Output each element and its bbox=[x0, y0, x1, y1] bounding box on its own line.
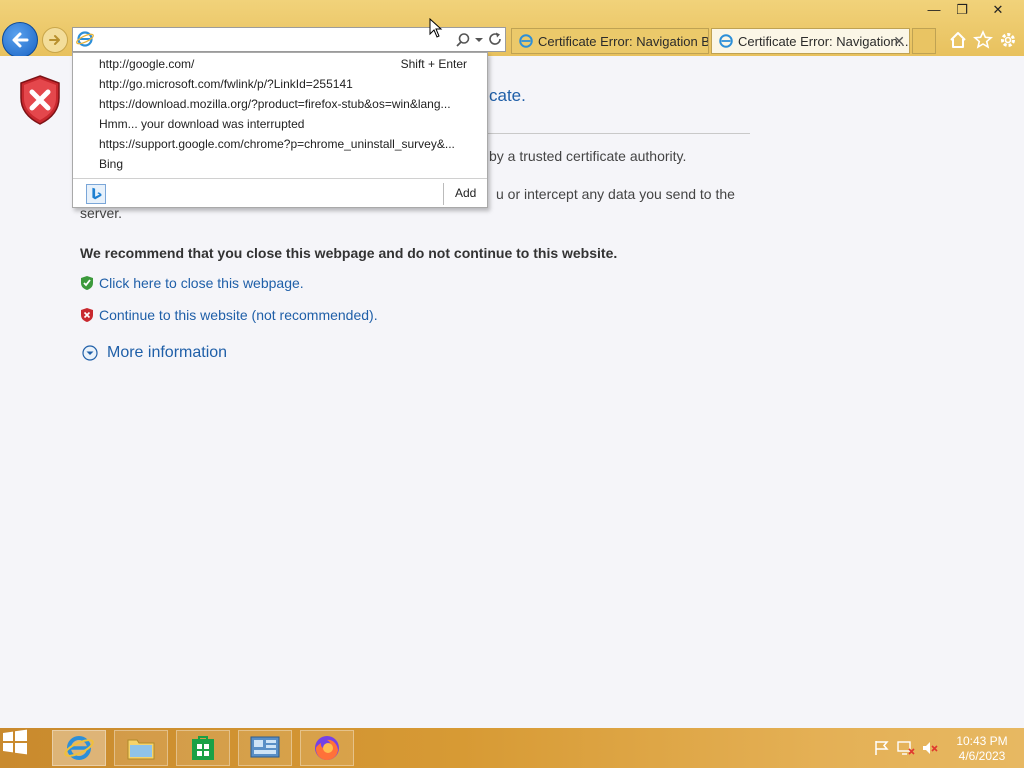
ie-page-icon bbox=[719, 34, 733, 48]
close-webpage-link[interactable]: Click here to close this webpage. bbox=[99, 275, 304, 291]
windows-start-icon[interactable] bbox=[0, 728, 30, 756]
mouse-cursor-icon bbox=[429, 18, 443, 38]
divider bbox=[73, 178, 487, 179]
divider bbox=[443, 183, 444, 205]
action-center-flag-icon[interactable] bbox=[873, 740, 891, 756]
more-information-toggle[interactable]: More information bbox=[82, 344, 227, 362]
control-panel-icon bbox=[250, 736, 280, 758]
taskbar-file-explorer[interactable] bbox=[114, 730, 168, 766]
tab-certificate-error-1[interactable]: Certificate Error: Navigation Bl... bbox=[511, 28, 709, 54]
new-tab-button[interactable] bbox=[912, 28, 936, 54]
favorites-star-icon[interactable] bbox=[973, 30, 993, 50]
taskbar-store[interactable] bbox=[176, 730, 230, 766]
bing-icon[interactable] bbox=[86, 184, 106, 204]
folder-icon bbox=[127, 739, 155, 760]
maximize-button[interactable]: ❐ bbox=[946, 0, 978, 20]
suggestion-item[interactable]: https://support.google.com/chrome?p=chro… bbox=[99, 137, 471, 153]
ie-page-icon bbox=[519, 34, 533, 48]
error-description-2: u or intercept any data you send to the bbox=[496, 186, 735, 202]
taskbar-control-panel[interactable] bbox=[238, 730, 292, 766]
shield-check-icon bbox=[81, 276, 93, 290]
shortcut-hint: Shift + Enter bbox=[400, 57, 467, 71]
expand-chevron-icon bbox=[82, 345, 98, 361]
tab-label: Certificate Error: Navigation... bbox=[738, 33, 909, 49]
taskbar: 10:43 PM 4/6/2023 bbox=[0, 728, 1024, 768]
firefox-icon bbox=[315, 736, 339, 761]
close-webpage-row: Click here to close this webpage. bbox=[80, 275, 304, 291]
ie-page-icon bbox=[76, 31, 94, 47]
forward-arrow-icon bbox=[49, 35, 60, 45]
network-icon[interactable] bbox=[897, 740, 915, 756]
taskbar-firefox[interactable] bbox=[300, 730, 354, 766]
more-information-label: More information bbox=[107, 344, 228, 361]
refresh-icon[interactable] bbox=[487, 31, 503, 47]
search-icon[interactable] bbox=[455, 32, 471, 48]
ie-icon bbox=[64, 736, 94, 760]
continue-website-link[interactable]: Continue to this website (not recommende… bbox=[99, 307, 378, 323]
shield-x-icon bbox=[81, 308, 93, 322]
chevron-down-icon[interactable] bbox=[473, 32, 485, 48]
store-icon bbox=[192, 736, 214, 760]
tab-certificate-error-2[interactable]: Certificate Error: Navigation... ✕ bbox=[711, 28, 910, 54]
suggestion-item[interactable]: Hmm... your download was interrupted bbox=[99, 117, 471, 133]
add-search-provider-button[interactable]: Add bbox=[455, 186, 476, 200]
system-clock[interactable]: 10:43 PM 4/6/2023 bbox=[952, 734, 1012, 764]
shield-error-icon bbox=[20, 75, 60, 125]
suggestion-item[interactable]: https://download.mozilla.org/?product=fi… bbox=[99, 97, 471, 113]
back-arrow-icon bbox=[12, 32, 29, 48]
gear-icon[interactable] bbox=[998, 30, 1018, 50]
address-input[interactable] bbox=[97, 30, 437, 49]
volume-muted-icon[interactable] bbox=[921, 740, 939, 756]
title-bar: Certificate Error: Navigation Bl... Cert… bbox=[0, 0, 1024, 58]
clock-date: 4/6/2023 bbox=[958, 749, 1006, 763]
taskbar-internet-explorer[interactable] bbox=[52, 730, 106, 766]
tab-label: Certificate Error: Navigation Bl... bbox=[538, 33, 708, 49]
suggestion-item[interactable]: http://go.microsoft.com/fwlink/p/?LinkId… bbox=[99, 77, 471, 93]
back-button[interactable] bbox=[2, 22, 38, 58]
clock-time: 10:43 PM bbox=[956, 734, 1008, 748]
page-title: cate. bbox=[489, 86, 526, 105]
error-description: by a trusted certificate authority. bbox=[489, 148, 687, 164]
close-window-button[interactable]: ✕ bbox=[982, 0, 1014, 20]
address-suggestions-dropdown: http://google.com/ Shift + Enter http://… bbox=[72, 52, 488, 208]
forward-button[interactable] bbox=[42, 27, 68, 53]
recommendation-text: We recommend that you close this webpage… bbox=[80, 245, 618, 261]
close-tab-icon[interactable]: ✕ bbox=[893, 33, 905, 50]
continue-website-row: Continue to this website (not recommende… bbox=[80, 307, 378, 323]
home-icon[interactable] bbox=[948, 30, 968, 50]
suggestion-item[interactable]: Bing bbox=[99, 157, 471, 173]
